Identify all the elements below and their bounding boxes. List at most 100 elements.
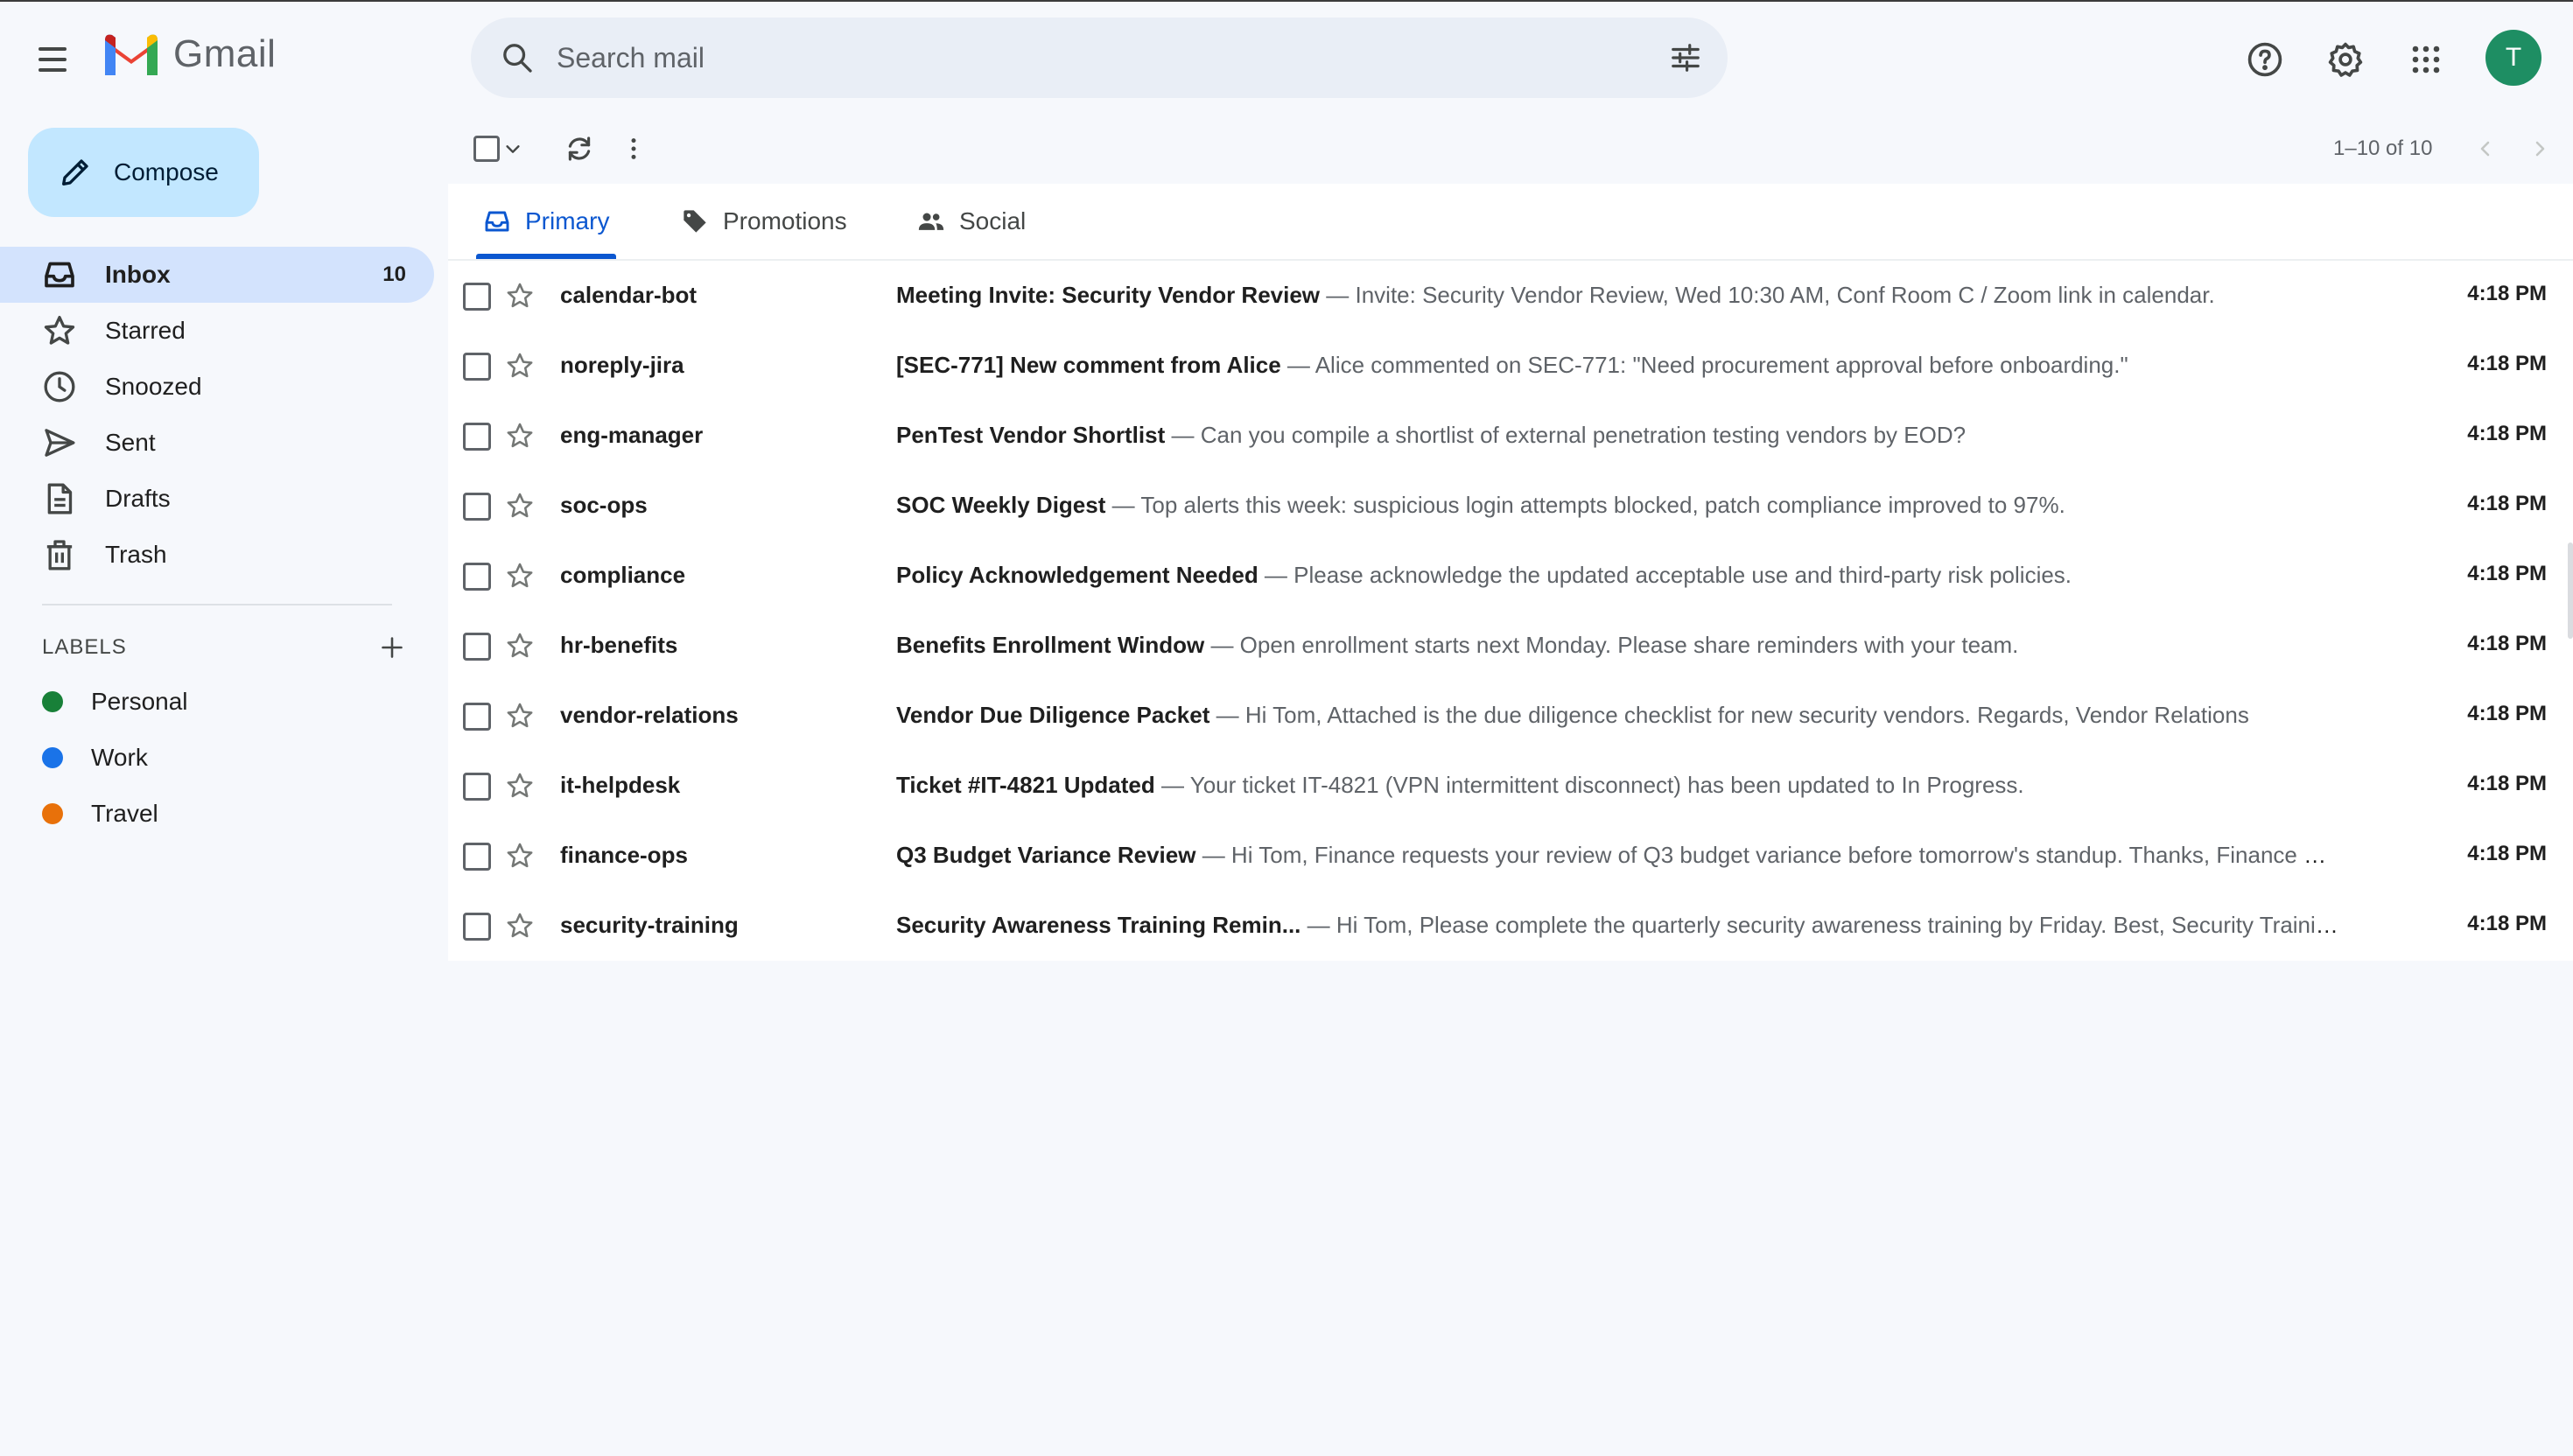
sidebar-item-drafts[interactable]: Drafts — [0, 471, 434, 527]
star-icon — [39, 310, 81, 352]
subject-separator: — — [1165, 422, 1201, 448]
more-options-icon[interactable] — [614, 130, 653, 168]
email-preview: Policy Acknowledgement Needed — Please a… — [896, 562, 2340, 589]
star-icon[interactable] — [502, 278, 537, 313]
search-input[interactable] — [555, 40, 1591, 75]
search-bar[interactable] — [471, 18, 1728, 98]
star-icon[interactable] — [502, 488, 537, 523]
sidebar-item-snoozed[interactable]: Snoozed — [0, 359, 434, 415]
email-preview: SOC Weekly Digest — Top alerts this week… — [896, 492, 2340, 519]
email-snippet: Alice commented on SEC-771: "Need procur… — [1315, 352, 2128, 378]
email-sender: soc-ops — [560, 492, 648, 518]
sidebar-divider — [42, 604, 392, 606]
star-icon[interactable] — [502, 768, 537, 803]
sidebar-item-sent[interactable]: Sent — [0, 415, 434, 471]
label-color-dot — [42, 691, 63, 712]
email-row[interactable]: hr-benefits Benefits Enrollment Window — … — [448, 611, 2573, 681]
row-checkbox[interactable] — [462, 772, 492, 802]
gmail-logo[interactable]: Gmail — [102, 32, 276, 77]
row-checkbox[interactable] — [462, 492, 492, 522]
email-preview: Vendor Due Diligence Packet — Hi Tom, At… — [896, 702, 2340, 729]
email-snippet: Top alerts this week: suspicious login a… — [1140, 492, 2065, 518]
active-tab-indicator — [476, 254, 616, 259]
label-item-travel[interactable]: Travel — [0, 786, 434, 842]
tag-icon — [677, 204, 712, 239]
mail-toolbar: 1–10 of 10 — [448, 114, 2573, 184]
sidebar-item-inbox[interactable]: Inbox 10 — [0, 247, 434, 303]
people-icon — [914, 204, 949, 239]
star-icon[interactable] — [502, 628, 537, 663]
label-item-work[interactable]: Work — [0, 730, 434, 786]
email-preview: Meeting Invite: Security Vendor Review —… — [896, 282, 2340, 309]
scrollbar-thumb[interactable] — [2568, 542, 2573, 639]
subject-separator: — — [1105, 492, 1141, 518]
star-icon[interactable] — [502, 698, 537, 733]
email-row[interactable]: eng-manager PenTest Vendor Shortlist — Ca… — [448, 401, 2573, 471]
email-subject: Meeting Invite: Security Vendor Review — [896, 282, 1321, 308]
email-row[interactable]: compliance Policy Acknowledgement Needed … — [448, 541, 2573, 611]
email-preview: PenTest Vendor Shortlist — Can you compi… — [896, 422, 2340, 449]
star-icon[interactable] — [502, 348, 537, 383]
apps-grid-icon[interactable] — [2403, 37, 2449, 82]
clock-icon — [39, 366, 81, 408]
sidebar-item-label: Trash — [105, 541, 167, 568]
subject-separator: — — [1320, 282, 1356, 308]
add-label-plus-icon[interactable] — [375, 630, 410, 665]
tab-social[interactable]: Social — [914, 184, 1026, 259]
row-checkbox[interactable] — [462, 352, 492, 382]
email-preview: Q3 Budget Variance Review — Hi Tom, Fina… — [896, 842, 2340, 869]
star-icon[interactable] — [502, 838, 537, 873]
email-sender: finance-ops — [560, 842, 688, 868]
email-row[interactable]: security-training Security Awareness Trai… — [448, 891, 2573, 961]
sidebar-item-label: Starred — [105, 317, 186, 344]
tab-primary[interactable]: Primary — [480, 184, 609, 259]
label-name: Personal — [91, 688, 188, 715]
select-dropdown-chevron-down-icon[interactable] — [499, 130, 527, 168]
help-icon[interactable] — [2242, 37, 2288, 82]
email-row[interactable]: soc-ops SOC Weekly Digest — Top alerts th… — [448, 471, 2573, 541]
email-row[interactable]: noreply-jira [SEC-771] New comment from A… — [448, 331, 2573, 401]
settings-gear-icon[interactable] — [2323, 37, 2368, 82]
email-sender: compliance — [560, 562, 686, 588]
tab-label: Primary — [525, 207, 610, 234]
row-checkbox[interactable] — [462, 842, 492, 872]
star-icon[interactable] — [502, 558, 537, 593]
label-color-dot — [42, 803, 63, 824]
sidebar-item-trash[interactable]: Trash — [0, 527, 434, 583]
refresh-icon[interactable] — [560, 130, 599, 168]
compose-button[interactable]: Compose — [28, 128, 259, 217]
email-row[interactable]: finance-ops Q3 Budget Variance Review — H… — [448, 821, 2573, 891]
row-checkbox[interactable] — [462, 632, 492, 662]
row-checkbox[interactable] — [462, 562, 492, 592]
row-checkbox[interactable] — [462, 912, 492, 942]
sidebar-item-starred[interactable]: Starred — [0, 303, 434, 359]
draft-icon — [39, 478, 81, 520]
search-options-icon[interactable] — [1665, 37, 1707, 79]
main-menu-button[interactable] — [32, 38, 74, 80]
email-row[interactable]: vendor-relations Vendor Due Diligence Pac… — [448, 681, 2573, 751]
inbox-icon — [39, 254, 81, 296]
star-icon[interactable] — [502, 418, 537, 453]
next-page-chevron-right-icon[interactable] — [2520, 130, 2559, 168]
tab-promotions[interactable]: Promotions — [677, 184, 847, 259]
sidebar-item-label: Snoozed — [105, 373, 202, 400]
sidebar-nav: Inbox 10 Starred Snoozed Sent Drafts Tra… — [0, 247, 434, 583]
tab-label: Social — [959, 207, 1027, 234]
email-sender: calendar-bot — [560, 282, 698, 308]
search-icon[interactable] — [497, 38, 537, 78]
email-sender: it-helpdesk — [560, 772, 681, 798]
email-subject: SOC Weekly Digest — [896, 492, 1106, 518]
row-checkbox[interactable] — [462, 422, 492, 452]
sidebar-item-label: Drafts — [105, 485, 171, 512]
label-item-personal[interactable]: Personal — [0, 674, 434, 730]
star-icon[interactable] — [502, 908, 537, 943]
email-time: 4:18 PM — [2467, 352, 2547, 375]
previous-page-chevron-left-icon[interactable] — [2466, 130, 2505, 168]
account-avatar[interactable]: T — [2485, 30, 2541, 86]
row-checkbox[interactable] — [462, 282, 492, 312]
email-row[interactable]: it-helpdesk Ticket #IT-4821 Updated — You… — [448, 751, 2573, 821]
label-name: Work — [91, 744, 148, 771]
labels-heading: LABELS — [42, 635, 127, 659]
row-checkbox[interactable] — [462, 702, 492, 732]
email-row[interactable]: calendar-bot Meeting Invite: Security Ven… — [448, 261, 2573, 331]
